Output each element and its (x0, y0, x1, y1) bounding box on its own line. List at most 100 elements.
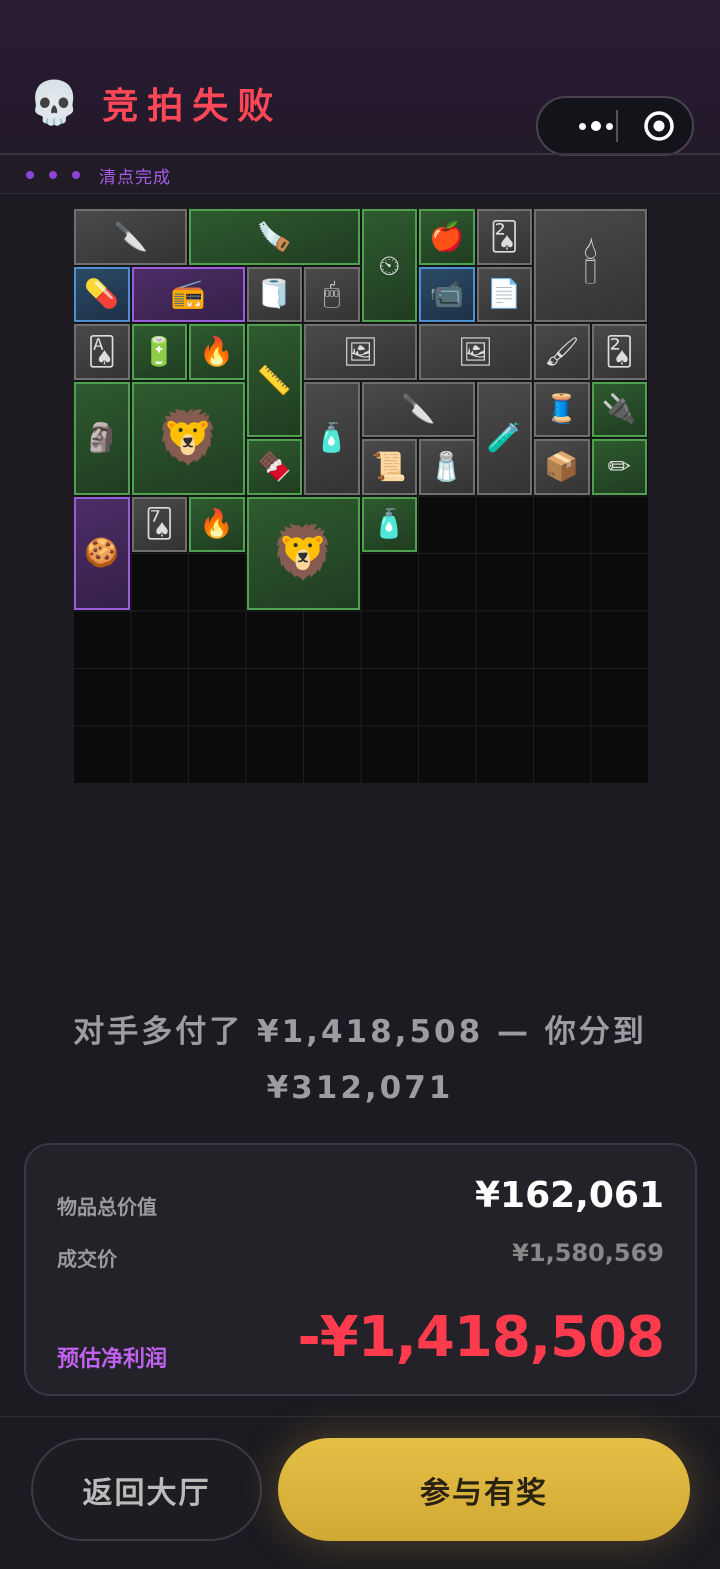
rope-icon: 🧵 (544, 392, 580, 426)
lighter-icon: 🔥 (199, 334, 235, 368)
inventory-item-old-photo[interactable]: 🖼 (304, 324, 417, 380)
sphinx-statue-icon: 🦁 (155, 408, 221, 468)
inventory-item-power-strip[interactable]: 🔌 (591, 381, 647, 437)
ink-bottle-icon: 🧪 (486, 421, 522, 454)
header-divider (0, 153, 720, 155)
inventory-item-playing-card[interactable]: 🂡 (74, 324, 130, 380)
sphinx-statue-icon: 🦁 (270, 523, 336, 583)
result-card: 物品总价值 ¥162,061 成交价 ¥1,580,569 预估净利润 -¥1,… (24, 1143, 697, 1396)
outbid-line-1: 对手多付了 ¥1,418,508 — 你分到 (73, 1014, 647, 1050)
inventory-item-sphinx-statue[interactable]: 🦁 (246, 496, 360, 610)
total-value: ¥162,061 (474, 1175, 664, 1216)
profit-label: 预估净利润 (57, 1347, 168, 1372)
inventory-item-apple[interactable]: 🍎 (419, 209, 475, 265)
playing-card-icon: 🂡 (87, 334, 117, 368)
inventory-item-boombox[interactable]: 📻 (131, 266, 245, 322)
boombox-icon: 📻 (170, 277, 206, 311)
inventory-item-pill-bottle[interactable]: 💊 (74, 266, 130, 322)
inventory-item-level-tool[interactable]: 📏 (246, 324, 302, 437)
inventory-item-old-note[interactable]: 📜 (361, 439, 417, 495)
snack-bar-icon: 🍫 (256, 449, 292, 483)
glue-bottle-icon: 🧴 (371, 507, 407, 541)
total-value-label: 物品总价值 (57, 1195, 157, 1219)
battery-icon: 🔋 (141, 334, 177, 368)
lighter-icon: 🔥 (199, 507, 235, 541)
small-box-icon: 📦 (544, 449, 580, 483)
outbid-message: 对手多付了 ¥1,418,508 — 你分到 ¥312,071 (40, 1004, 680, 1116)
inventory-item-toothpaste[interactable]: 🧴 (304, 381, 360, 495)
inventory-item-utility-knife[interactable]: 🔪 (74, 209, 187, 265)
close-miniprogram-icon[interactable] (642, 109, 676, 143)
utility-knife-icon: 🔪 (113, 219, 148, 253)
tape-roll-icon: 🧻 (256, 277, 292, 311)
pressure-gauge-icon: ⏲ (378, 248, 401, 282)
inventory-item-lighter[interactable]: 🔥 (189, 324, 245, 380)
inventory-item-utility-knife[interactable]: 🔪 (361, 381, 475, 437)
inventory-item-sphinx-statue[interactable]: 🦁 (131, 381, 245, 495)
playing-card-icon: 🂢 (489, 219, 519, 253)
progress-dot (26, 171, 34, 179)
inventory-item-pepper-grinder[interactable]: 🧂 (419, 439, 475, 495)
pill-bottle-icon: 💊 (84, 277, 120, 311)
inventory-item-pressure-gauge[interactable]: ⏲ (361, 209, 417, 322)
profit-value: -¥1,418,508 (297, 1305, 665, 1370)
inventory-item-gingerbread-man[interactable]: 🍪 (74, 496, 130, 610)
inventory-item-security-camera[interactable]: 📹 (419, 266, 475, 322)
inventory-item-playing-card[interactable]: 🂢 (476, 209, 532, 265)
inventory-item-tweezers[interactable]: ✏ (591, 439, 647, 495)
footer-divider (0, 1416, 720, 1417)
inventory-item-ink-bottle[interactable]: 🧪 (476, 381, 532, 495)
paint-brush-icon: 🖌 (543, 334, 580, 368)
candle-box-icon: 🕯 (583, 235, 598, 296)
security-camera-icon: 📹 (429, 277, 465, 311)
inventory-item-playing-card[interactable]: 🂧 (131, 496, 187, 552)
more-options-icon[interactable] (556, 98, 636, 154)
level-tool-icon: 📏 (256, 363, 292, 397)
inventory-item-computer-mouse[interactable]: 🖱 (304, 266, 360, 322)
inventory-item-hand-saw[interactable]: 🪚 (189, 209, 360, 265)
inventory-grid: 🔪 🪚 ⏲ 🍎 🂢 🕯 💊 📻 🧻 🖱 📹 📄 🂡 🔋 🔥 📏 🖼 🖼 🖌 🂢 🗿 🦁 🧴 🔪 🧪 🧵 🔌 🍫 📜 🧂 📦 ✏ 🍪 🂧 🔥 🦁 🧴 (73, 208, 648, 783)
status-text: 清点完成 (99, 167, 171, 188)
hand-saw-icon: 🪚 (256, 219, 292, 253)
status-row: 清点完成 (26, 162, 171, 188)
inventory-item-paint-brush[interactable]: 🖌 (534, 324, 590, 380)
inventory-item-lighter[interactable]: 🔥 (189, 496, 245, 552)
power-strip-icon: 🔌 (601, 392, 637, 426)
old-note-icon: 📜 (371, 449, 407, 483)
page-title: 竞拍失败 (102, 86, 283, 127)
inventory-item-battery[interactable]: 🔋 (131, 324, 187, 380)
gingerbread-man-icon: 🍪 (84, 536, 120, 569)
utility-knife-icon: 🔪 (400, 392, 436, 426)
computer-mouse-icon: 🖱 (323, 277, 341, 311)
deal-price: ¥1,580,569 (512, 1239, 664, 1267)
old-photo-icon: 🖼 (342, 334, 379, 368)
outbid-line-2: ¥312,071 (266, 1070, 454, 1106)
documents-icon: 📄 (486, 277, 522, 311)
playing-card-icon: 🂢 (604, 334, 634, 368)
progress-dot (49, 171, 57, 179)
inventory-item-glue-bottle[interactable]: 🧴 (361, 496, 417, 552)
mini-program-capsule (536, 96, 694, 156)
inventory-item-tape-roll[interactable]: 🧻 (246, 266, 302, 322)
inventory-item-snack-bar[interactable]: 🍫 (246, 439, 302, 495)
inventory-item-wood-statue[interactable]: 🗿 (74, 381, 130, 495)
status-divider (0, 193, 720, 194)
deal-price-label: 成交价 (57, 1247, 117, 1271)
toothpaste-icon: 🧴 (314, 421, 350, 454)
inventory-item-candle-box[interactable]: 🕯 (534, 209, 647, 322)
inventory-item-old-photo[interactable]: 🖼 (419, 324, 532, 380)
inventory-item-playing-card[interactable]: 🂢 (591, 324, 647, 380)
progress-dot (72, 171, 80, 179)
join-reward-button[interactable]: 参与有奖 (278, 1438, 690, 1541)
capsule-divider (616, 110, 618, 142)
pepper-grinder-icon: 🧂 (429, 449, 465, 483)
tweezers-icon: ✏ (607, 449, 631, 483)
title-row: 💀 竞拍失败 (28, 78, 282, 128)
inventory-item-documents[interactable]: 📄 (476, 266, 532, 322)
inventory-item-small-box[interactable]: 📦 (534, 439, 590, 495)
playing-card-icon: 🂧 (144, 507, 174, 541)
old-photo-icon: 🖼 (457, 334, 494, 368)
back-to-lobby-button[interactable]: 返回大厅 (31, 1438, 262, 1541)
inventory-item-rope[interactable]: 🧵 (534, 381, 590, 437)
skull-icon: 💀 (28, 78, 81, 127)
